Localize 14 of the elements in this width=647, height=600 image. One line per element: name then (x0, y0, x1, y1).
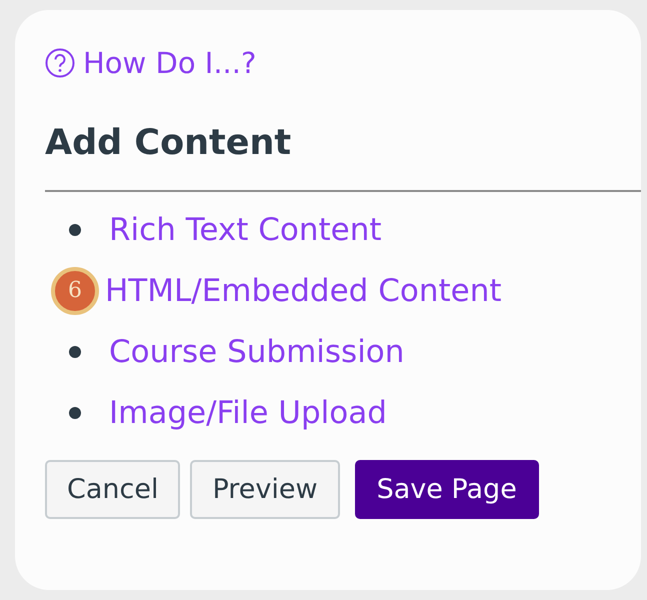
help-icon (45, 48, 75, 78)
bullet-icon (69, 224, 81, 236)
bullet-icon (69, 406, 81, 418)
help-link[interactable]: How Do I...? (45, 46, 256, 80)
content-type-link[interactable]: Rich Text Content (109, 212, 382, 248)
content-type-link[interactable]: HTML/Embedded Content (105, 272, 502, 308)
content-type-link[interactable]: Image/File Upload (109, 394, 387, 430)
content-type-link[interactable]: Course Submission (109, 334, 404, 370)
action-button[interactable]: Cancel (45, 460, 180, 519)
action-button[interactable]: Preview (190, 460, 340, 519)
step-badge: 6 (51, 266, 99, 314)
save-button[interactable]: Save Page (354, 460, 539, 519)
section-title: Add Content (45, 122, 292, 164)
bullet-icon (69, 346, 81, 358)
